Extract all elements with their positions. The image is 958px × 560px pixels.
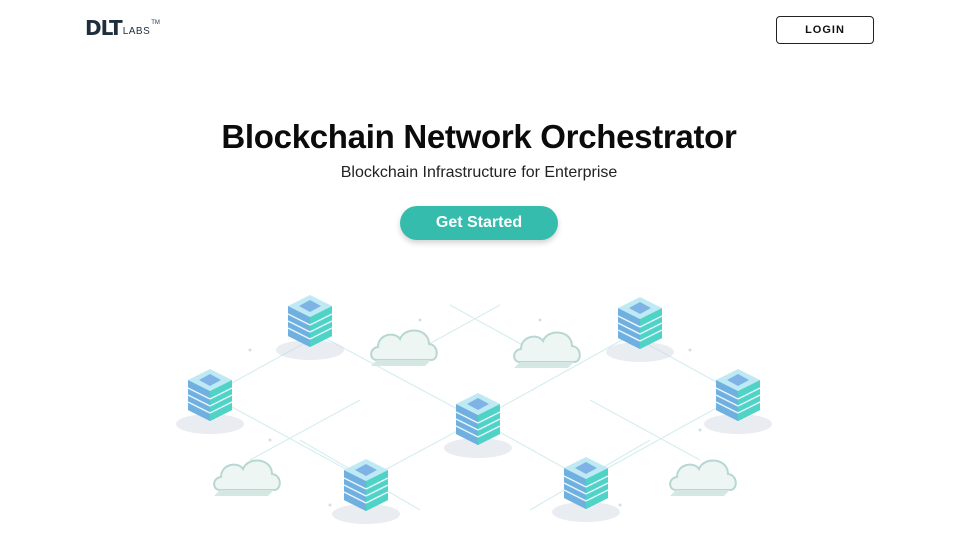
server-stack-icon [331, 458, 401, 525]
get-started-button[interactable]: Get Started [400, 206, 558, 240]
top-bar: DLT LABS TM LOGIN [0, 0, 958, 60]
page-subtitle: Blockchain Infrastructure for Enterprise [340, 164, 618, 181]
login-button[interactable]: LOGIN [776, 16, 874, 44]
server-stack-icon [443, 392, 513, 459]
server-stack-icon [275, 294, 345, 361]
cloud-icon [513, 331, 581, 369]
network-illustration [175, 294, 773, 525]
server-stack-icon [703, 368, 773, 435]
server-stack-icon [605, 296, 675, 363]
cloud-icon [669, 459, 737, 497]
logo-main-text: DLT [85, 16, 123, 40]
logo-trademark: TM [151, 20, 160, 26]
dlt-labs-logo[interactable]: DLT LABS TM [85, 18, 160, 38]
cloud-icon [213, 459, 281, 497]
page-title: Blockchain Network Orchestrator [221, 118, 737, 155]
logo-sub-text: LABS [122, 26, 151, 37]
cloud-icon [370, 329, 438, 367]
server-stack-icon [175, 368, 245, 435]
